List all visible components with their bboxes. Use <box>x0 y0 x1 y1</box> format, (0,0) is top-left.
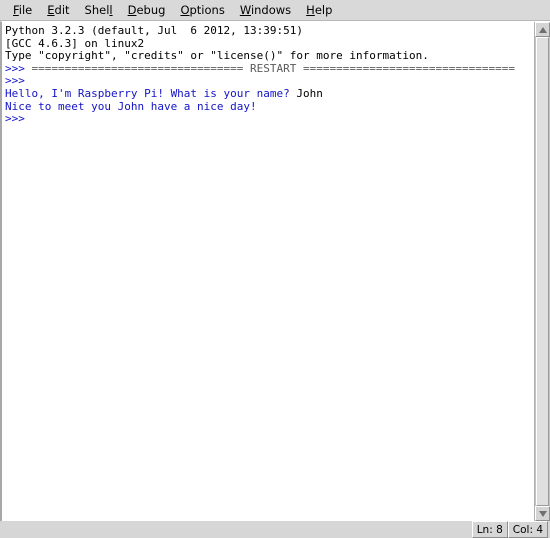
scroll-down-arrow-icon <box>538 510 547 517</box>
shell-line-prompt-final-seg-0: >>> <box>5 112 32 126</box>
shell-line-banner-help-seg-0: Type "copyright", "credits" or "license(… <box>5 49 429 63</box>
status-line-number: Ln: 8 <box>471 521 508 538</box>
menu-shell-pre: Shel <box>84 2 110 17</box>
menu-windows-mnemonic: W <box>239 2 251 17</box>
shell-line-program-output-1-seg-0: Hello, I'm Raspberry Pi! What is your na… <box>5 86 297 100</box>
shell-line-program-output-2-seg-0: Nice to meet you John have a nice day! <box>5 99 257 113</box>
shell-output-pane[interactable]: Python 3.2.3 (default, Jul 6 2012, 13:39… <box>2 22 534 521</box>
menu-item-file[interactable]: File <box>6 2 40 19</box>
menu-bar: File Edit Shell Debug Options Windows He… <box>0 0 550 21</box>
scroll-up-arrow-icon <box>538 26 547 33</box>
shell-line-restart-line-seg-0: >>> <box>5 61 32 75</box>
menu-windows-rest: indows <box>250 2 292 17</box>
shell-line-banner-version-seg-0: Python 3.2.3 (default, Jul 6 2012, 13:39… <box>5 24 304 37</box>
shell-line-prompt-final: >>> <box>5 112 534 126</box>
menu-options-mnemonic: O <box>180 2 190 17</box>
shell-text-area: Python 3.2.3 (default, Jul 6 2012, 13:39… <box>0 21 550 521</box>
shell-line-program-output-1-seg-1: John <box>296 86 323 100</box>
menu-edit-mnemonic: E <box>47 2 55 17</box>
scrollbar-thumb[interactable] <box>536 37 549 506</box>
status-column-number: Col: 4 <box>507 521 548 538</box>
shell-line-restart-line: >>> ================================ RES… <box>5 61 534 76</box>
idle-shell-window: File Edit Shell Debug Options Windows He… <box>0 0 550 538</box>
scroll-down-button[interactable] <box>535 506 550 521</box>
menu-shell-mnemonic: l <box>109 2 113 17</box>
shell-line-banner-gcc-seg-0: [GCC 4.6.3] on linux2 <box>5 36 145 50</box>
menu-help-rest: elp <box>314 2 333 17</box>
scroll-up-button[interactable] <box>535 22 550 37</box>
menu-item-debug[interactable]: Debug <box>121 2 174 19</box>
shell-line-restart-line-seg-1: ================================ RESTART… <box>31 61 515 75</box>
menu-item-edit[interactable]: Edit <box>40 2 77 19</box>
menu-item-windows[interactable]: Windows <box>233 2 299 19</box>
menu-options-rest: ptions <box>189 2 225 17</box>
menu-item-shell[interactable]: Shell <box>78 2 121 19</box>
menu-debug-rest: ebug <box>136 2 166 17</box>
menu-item-options[interactable]: Options <box>173 2 232 19</box>
shell-line-prompt-after-restart-seg-0: >>> <box>5 74 32 88</box>
status-bar: Ln: 8 Col: 4 <box>0 521 550 538</box>
vertical-scrollbar[interactable] <box>534 22 550 521</box>
menu-item-help[interactable]: Help <box>299 2 340 19</box>
menu-edit-rest: dit <box>54 2 70 17</box>
menu-help-mnemonic: H <box>306 2 315 17</box>
shell-line-program-output-2: Nice to meet you John have a nice day! <box>5 99 534 114</box>
scrollbar-track[interactable] <box>535 37 550 506</box>
menu-file-rest: ile <box>18 2 33 17</box>
